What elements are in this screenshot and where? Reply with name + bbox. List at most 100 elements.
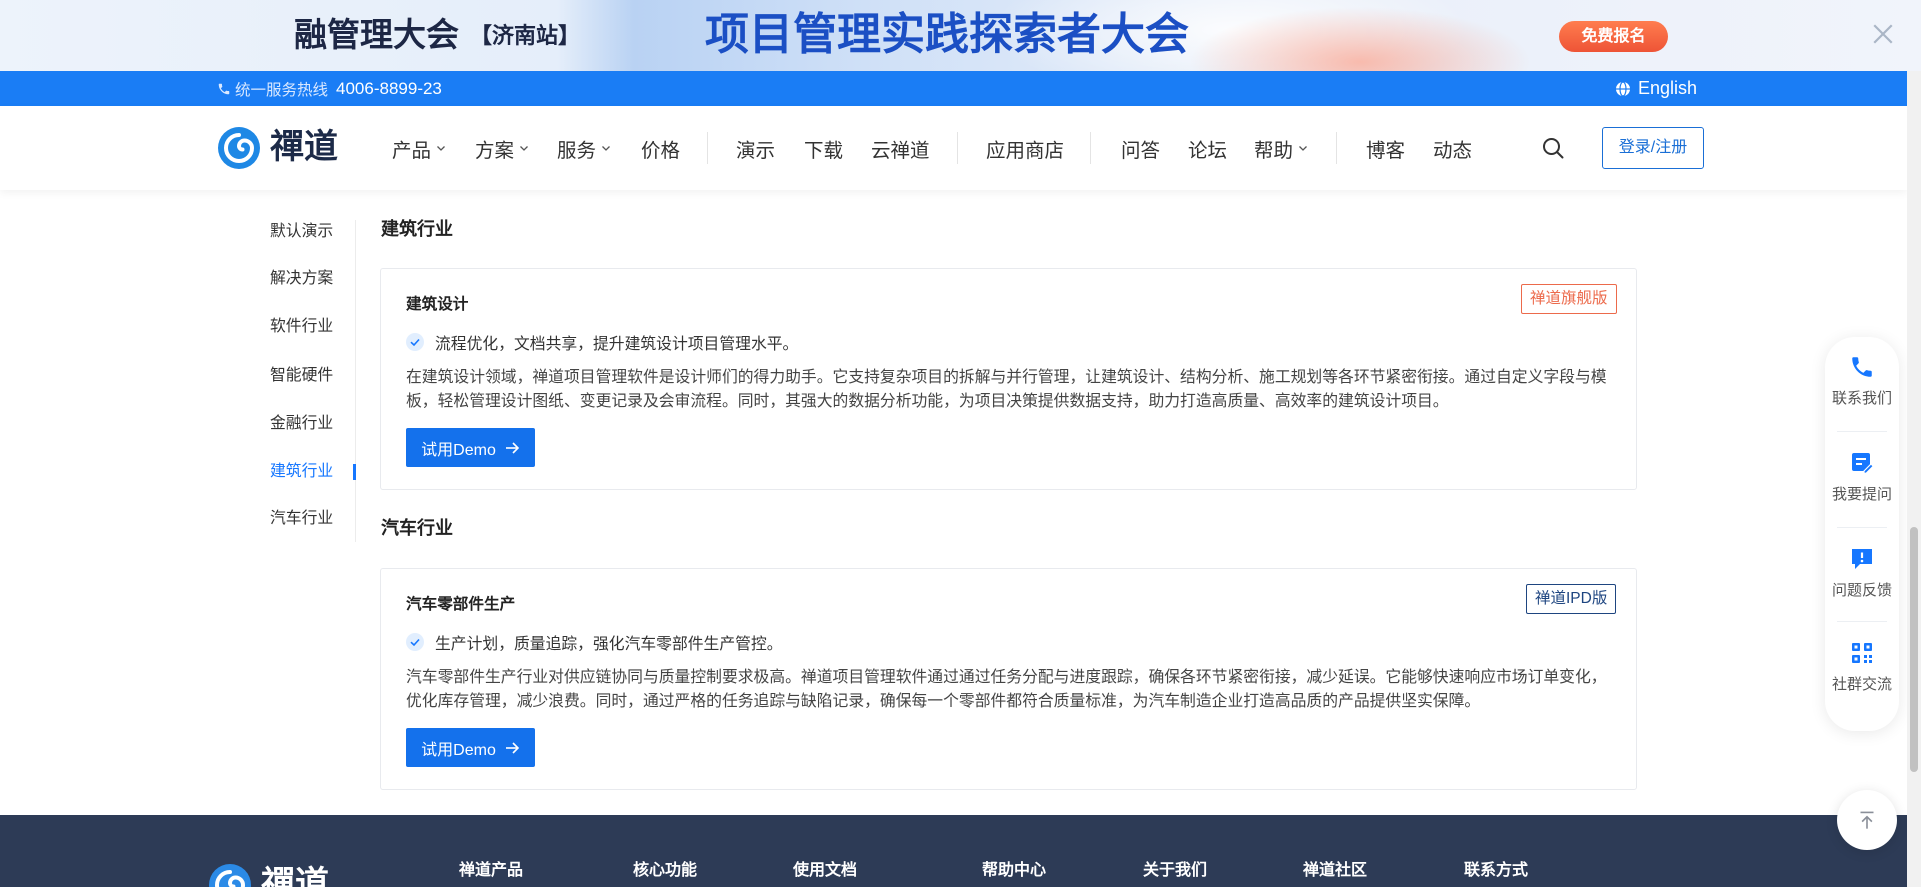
footer-heading-products: 禅道产品 (459, 862, 524, 879)
hotline-number: 4006-8899-23 (336, 78, 442, 98)
nav-item-download[interactable]: 下载 (804, 106, 843, 190)
float-item-contact[interactable]: 联系我们 (1825, 354, 1899, 408)
nav-item-forum[interactable]: 论坛 (1188, 106, 1227, 190)
nav-separator (1336, 132, 1337, 164)
scrollbar-thumb[interactable] (1910, 527, 1918, 772)
close-icon[interactable] (1868, 19, 1898, 49)
banner-headline: 项目管理实践探索者大会 (705, 10, 1189, 59)
solution-card: 汽车零部件生产 禅道IPD版 生产计划，质量追踪，强化汽车零部件生产管控。 汽车… (380, 568, 1637, 790)
main-navbar: 禪道 产品 方案 服务 价格 演示 下载 云禅道 应用商店 问答 论坛 帮助 博… (0, 106, 1907, 190)
float-item-community[interactable]: 社群交流 (1825, 640, 1899, 694)
sidebar-item-finance[interactable]: 金融行业 (270, 414, 333, 434)
feature-row: 生产计划，质量追踪，强化汽车零部件生产管控。 (406, 632, 783, 653)
sidebar-item-solutions[interactable]: 解决方案 (270, 269, 333, 289)
try-demo-button[interactable]: 试用Demo (406, 728, 535, 767)
top-info-bar: 统一服务热线 4006-8899-23 English (0, 71, 1907, 106)
sidebar-item-automotive[interactable]: 汽车行业 (270, 509, 333, 529)
nav-item-news[interactable]: 动态 (1433, 106, 1472, 190)
language-switch[interactable]: English (1615, 71, 1697, 106)
chevron-down-icon (1299, 146, 1307, 151)
nav-item-app-store[interactable]: 应用商店 (986, 106, 1064, 190)
banner-event-city: 【济南站】 (470, 23, 581, 48)
footer-logo[interactable]: 禪道 (208, 863, 329, 887)
site-footer: 禪道 禅道产品 核心功能 使用文档 帮助中心 关于我们 禅道社区 联系方式 (0, 815, 1907, 887)
nav-item-demo[interactable]: 演示 (736, 106, 775, 190)
arrow-right-icon (505, 741, 519, 754)
promo-banner[interactable]: 融管理大会 【济南站】 项目管理实践探索者大会 免费报名 (0, 0, 1921, 71)
page-scrollbar[interactable] (1907, 71, 1921, 887)
chevron-down-icon (602, 146, 610, 151)
solution-card: 建筑设计 禅道旗舰版 流程优化，文档共享，提升建筑设计项目管理水平。 在建筑设计… (380, 268, 1637, 490)
nav-item-news-label: 动态 (1433, 139, 1473, 162)
sidebar-item-smart-hardware[interactable]: 智能硬件 (270, 366, 333, 386)
footer-heading-help: 帮助中心 (982, 862, 1047, 879)
try-demo-button[interactable]: 试用Demo (406, 428, 535, 467)
login-register-button[interactable]: 登录/注册 (1602, 127, 1704, 169)
phone-icon (1849, 354, 1875, 380)
footer-heading-community: 禅道社区 (1303, 862, 1368, 879)
nav-item-services[interactable]: 服务 (557, 106, 612, 190)
hotline: 统一服务热线 4006-8899-23 (217, 71, 442, 106)
nav-separator (957, 132, 958, 164)
nav-item-pricing-label: 价格 (641, 139, 681, 162)
nav-item-blog-label: 博客 (1366, 139, 1406, 162)
floating-service-panel: 联系我们 我要提问 问题反馈 社群交流 (1825, 337, 1899, 731)
banner-register-button[interactable]: 免费报名 (1559, 21, 1668, 52)
logo-text: 禪道 (270, 129, 338, 166)
sidebar-active-indicator (353, 464, 356, 480)
nav-separator (1090, 132, 1091, 164)
float-item-ask[interactable]: 我要提问 (1825, 450, 1899, 504)
nav-item-download-label: 下载 (804, 139, 844, 162)
footer-logo-text: 禪道 (261, 866, 329, 887)
search-icon[interactable] (1541, 136, 1565, 160)
sidebar-item-software[interactable]: 软件行业 (270, 317, 333, 337)
section-heading: 建筑行业 (381, 219, 453, 239)
chevron-down-icon (520, 146, 528, 151)
sidebar-item-construction[interactable]: 建筑行业 (270, 462, 333, 482)
site-logo[interactable]: 禪道 (217, 126, 338, 170)
nav-item-qa-label: 问答 (1121, 139, 1161, 162)
float-divider (1837, 527, 1887, 528)
edition-badge: 禅道旗舰版 (1521, 284, 1617, 314)
float-item-feedback[interactable]: 问题反馈 (1825, 546, 1899, 600)
logo-icon (208, 863, 252, 887)
nav-item-blog[interactable]: 博客 (1366, 106, 1405, 190)
chevron-down-icon (437, 146, 445, 151)
phone-icon (217, 82, 231, 96)
nav-item-products[interactable]: 产品 (392, 106, 447, 190)
section-heading: 汽车行业 (381, 518, 453, 538)
check-icon (406, 633, 424, 651)
try-demo-label: 试用Demo (421, 441, 496, 459)
nav-item-help-label: 帮助 (1254, 139, 1294, 162)
feature-row: 流程优化，文档共享，提升建筑设计项目管理水平。 (406, 332, 798, 353)
float-item-label: 社群交流 (1831, 676, 1892, 693)
float-divider (1837, 431, 1887, 432)
back-to-top-button[interactable] (1837, 790, 1897, 850)
float-item-label: 问题反馈 (1831, 582, 1892, 599)
nav-item-forum-label: 论坛 (1188, 139, 1228, 162)
nav-item-pricing[interactable]: 价格 (641, 106, 680, 190)
hotline-label: 统一服务热线 (235, 81, 329, 99)
footer-heading-about: 关于我们 (1143, 862, 1208, 879)
feature-text: 生产计划，质量追踪，强化汽车零部件生产管控。 (435, 635, 783, 653)
float-item-label: 联系我们 (1831, 390, 1892, 407)
nav-item-qa[interactable]: 问答 (1121, 106, 1160, 190)
footer-heading-core-features: 核心功能 (633, 862, 698, 879)
language-label: English (1638, 78, 1698, 98)
edition-badge: 禅道IPD版 (1526, 584, 1617, 614)
nav-item-cloud[interactable]: 云禅道 (871, 106, 930, 190)
float-item-label: 我要提问 (1831, 486, 1892, 503)
footer-heading-contact: 联系方式 (1464, 862, 1529, 879)
back-to-top-icon (1860, 811, 1874, 829)
sidebar-item-default-demo[interactable]: 默认演示 (270, 222, 333, 242)
nav-item-help[interactable]: 帮助 (1254, 106, 1309, 190)
nav-item-solutions[interactable]: 方案 (475, 106, 530, 190)
globe-icon (1615, 80, 1631, 97)
card-title: 建筑设计 (406, 296, 469, 313)
card-description: 在建筑设计领域，禅道项目管理软件是设计师们的得力助手。它支持复杂项目的拆解与并行… (406, 369, 1607, 410)
nav-item-cloud-label: 云禅道 (871, 139, 930, 162)
nav-item-solutions-label: 方案 (475, 139, 515, 162)
footer-heading-docs: 使用文档 (793, 862, 858, 879)
check-icon (406, 333, 424, 351)
arrow-right-icon (505, 441, 519, 454)
